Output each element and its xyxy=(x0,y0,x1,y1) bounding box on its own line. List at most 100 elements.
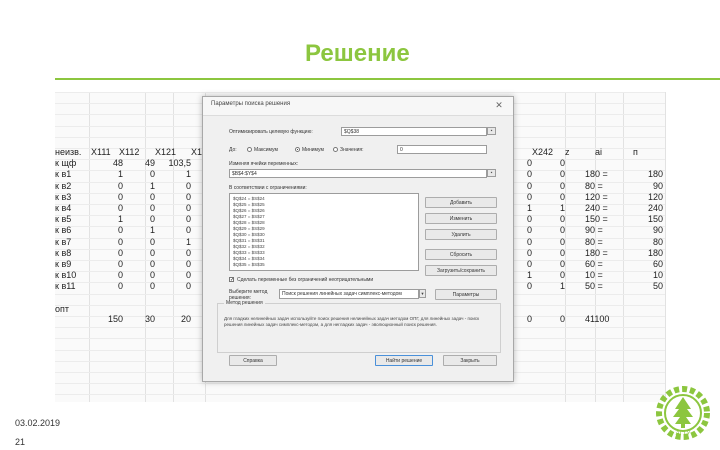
table-cell: 0 xyxy=(185,259,191,269)
table-cell: 0 xyxy=(527,281,533,292)
list-item[interactable]: $Q$27 = $S$27 xyxy=(233,214,265,219)
list-item[interactable]: $Q$33 = $S$33 xyxy=(233,250,265,255)
table-cell: 0 xyxy=(149,191,155,202)
row-label: к в9 xyxy=(55,259,72,269)
method-select[interactable]: Поиск решения линейных задач симплекс-ме… xyxy=(279,289,419,299)
column-header: X112 xyxy=(119,147,140,157)
radio-value[interactable] xyxy=(333,147,338,152)
table-cell: 30 xyxy=(144,313,155,324)
table-cell: 150 = xyxy=(585,214,608,225)
row-label: к в8 xyxy=(55,247,72,258)
table-cell: 80 xyxy=(652,236,663,247)
table-cell: 80 = xyxy=(585,236,603,247)
change-button[interactable]: Изменить xyxy=(425,213,497,224)
table-cell: 0 xyxy=(117,270,123,281)
changing-input[interactable]: $B$4:$Y$4 xyxy=(229,169,487,178)
list-item[interactable]: $Q$29 = $S$29 xyxy=(233,226,265,231)
table-cell: 0 xyxy=(527,191,533,202)
table-cell: 0 xyxy=(560,180,566,191)
list-item[interactable]: $Q$26 = $S$26 xyxy=(233,208,265,213)
table-cell: 180 xyxy=(647,247,663,258)
table-cell: 50 = xyxy=(585,281,603,292)
objective-input[interactable]: $Q$38 xyxy=(341,127,487,136)
table-cell: 0 xyxy=(185,225,191,236)
column-header: ai xyxy=(595,147,603,157)
column-header: z xyxy=(565,147,570,157)
table-cell: 0 xyxy=(149,203,155,213)
table-cell: 0 xyxy=(560,270,566,281)
table-cell: 20 xyxy=(180,313,191,324)
close-button[interactable]: Закрыть xyxy=(443,355,497,366)
solve-button[interactable]: Найти решение xyxy=(375,355,433,366)
params-button[interactable]: Параметры xyxy=(435,289,497,300)
list-item[interactable]: $Q$32 = $S$32 xyxy=(233,244,265,249)
table-cell: 0 xyxy=(117,259,123,269)
list-item[interactable]: $Q$34 = $S$34 xyxy=(233,256,265,261)
row-label: к в6 xyxy=(55,225,72,236)
table-cell: 0 xyxy=(185,281,191,292)
table-cell: 1 xyxy=(149,225,155,236)
table-cell: 0 xyxy=(527,236,533,247)
collapse-icon[interactable]: ▪ xyxy=(487,169,496,177)
chevron-down-icon[interactable]: ▼ xyxy=(419,289,426,298)
table-cell: 0 xyxy=(560,191,566,202)
radio-max[interactable] xyxy=(247,147,252,152)
logo-text: АГТУ xyxy=(676,431,691,437)
help-button[interactable]: Справка xyxy=(229,355,277,366)
list-item[interactable]: $Q$24 = $S$24 xyxy=(233,196,265,201)
column-header: X121 xyxy=(155,147,177,157)
dialog-titlebar[interactable]: Параметры поиска решения ✕ xyxy=(203,97,513,116)
table-cell: 103,5 xyxy=(168,158,191,169)
table-cell: 48 xyxy=(112,158,123,169)
table-cell: 90 xyxy=(652,225,663,236)
load-save-button[interactable]: Загрузить/сохранить xyxy=(425,265,497,276)
list-item[interactable]: $Q$25 = $S$25 xyxy=(233,202,265,207)
column-header: X111 xyxy=(91,147,111,157)
table-cell: 0 xyxy=(185,214,191,225)
table-cell: 0 xyxy=(185,270,191,281)
list-item[interactable]: $Q$31 = $S$31 xyxy=(233,238,265,243)
table-cell: 0 xyxy=(117,180,123,191)
radio-min[interactable] xyxy=(295,147,300,152)
table-cell: 1 xyxy=(117,169,123,180)
dialog-title: Параметры поиска решения xyxy=(211,101,291,107)
row-label: к в2 xyxy=(55,180,72,191)
table-cell: 1 xyxy=(185,169,191,180)
nonnegative-checkbox[interactable]: ✓ xyxy=(229,277,234,283)
table-cell: 180 xyxy=(647,169,663,180)
table-cell: 0 xyxy=(560,169,566,180)
constraints-list[interactable]: $Q$24 = $S$24 $Q$25 = $S$25 $Q$26 = $S$26 $… xyxy=(229,193,419,271)
close-icon[interactable]: ✕ xyxy=(491,100,507,111)
table-cell: 0 xyxy=(117,247,123,258)
slide-number: 21 xyxy=(15,437,26,447)
table-cell: 0 xyxy=(185,203,191,213)
reset-button[interactable]: Сбросить xyxy=(425,249,497,260)
collapse-icon[interactable]: ▪ xyxy=(487,127,496,135)
table-cell: 0 xyxy=(117,236,123,247)
table-cell: 10 xyxy=(652,270,663,281)
table-cell: 180 = xyxy=(585,169,608,180)
add-button[interactable]: Добавить xyxy=(425,197,497,208)
slide-date: 03.02.2019 xyxy=(15,418,61,428)
table-cell: 0 xyxy=(117,203,123,213)
table-cell: 0 xyxy=(527,225,533,236)
table-cell: 0 xyxy=(149,214,155,225)
table-cell: 150 xyxy=(107,313,123,324)
value-input[interactable]: 0 xyxy=(397,145,487,154)
table-cell: 1 xyxy=(117,214,123,225)
table-cell: 60 xyxy=(652,259,663,269)
method-groupbox: Метод решения Для гладких нелинейных зад… xyxy=(217,300,501,353)
table-cell: 0 xyxy=(560,225,566,236)
table-cell: 120 xyxy=(647,191,663,202)
delete-button[interactable]: Удалить xyxy=(425,229,497,240)
table-cell: 10 = xyxy=(585,270,603,281)
row-label: к в10 xyxy=(55,270,77,281)
list-item[interactable]: $Q$35 = $S$35 xyxy=(233,262,265,267)
list-item[interactable]: $Q$30 = $S$30 xyxy=(233,232,265,237)
table-cell: 150 xyxy=(647,214,663,225)
method-group-title: Метод решения xyxy=(224,300,265,306)
table-cell: 0 xyxy=(185,191,191,202)
university-logo-icon: АГТУ xyxy=(656,386,710,440)
list-item[interactable]: $Q$28 = $S$28 xyxy=(233,220,265,225)
table-cell: 120 = xyxy=(585,191,608,202)
